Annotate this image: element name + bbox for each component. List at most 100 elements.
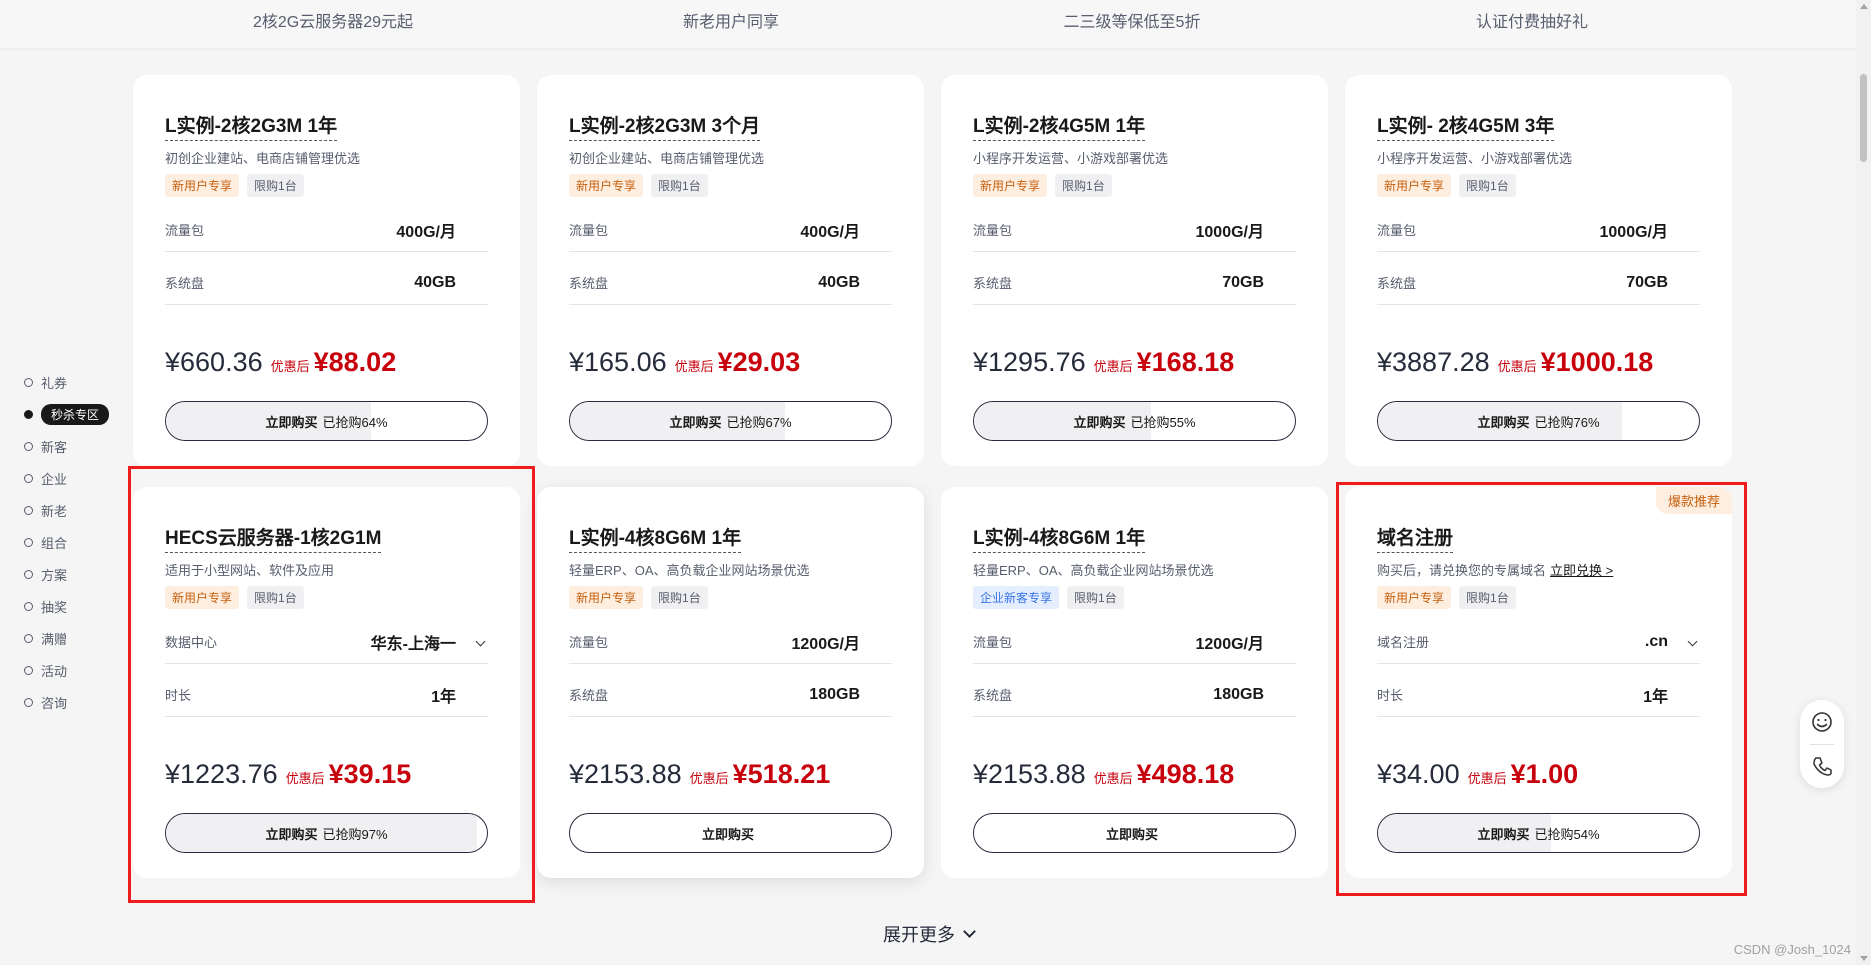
- buy-button-text: 立即购买 已抢购97%: [166, 814, 487, 852]
- expand-more-button[interactable]: 展开更多: [883, 921, 976, 947]
- spec-label: 数据中心: [165, 635, 218, 650]
- spec-row: 系统盘 70GB: [1377, 261, 1700, 305]
- sidenav-item[interactable]: 秒杀专区: [24, 398, 110, 430]
- card-tag: 新用户专享: [1377, 174, 1452, 197]
- sidenav-item[interactable]: 满赠: [24, 622, 109, 654]
- buy-button-text: 立即购买 已抢购76%: [1378, 402, 1699, 440]
- card-subtitle: 小程序开发运营、小游戏部署优选: [1377, 148, 1572, 167]
- spec-value: 1000G/月: [1195, 223, 1265, 241]
- buy-now-button[interactable]: 立即购买 已抢购76%: [1377, 401, 1700, 441]
- buy-now-button[interactable]: 立即购买 已抢购64%: [165, 401, 488, 441]
- promo-link-2[interactable]: 新老用户同享: [683, 0, 779, 48]
- spec-value: 400G/月: [396, 223, 456, 241]
- smile-icon[interactable]: [1800, 700, 1844, 744]
- sold-progress-text: 已抢购76%: [1534, 414, 1600, 430]
- spec-row: 流量包 1000G/月: [973, 208, 1296, 252]
- product-card: 爆款推荐 域名注册 购买后，请兑换您的专属域名 立即兑换 > 新用户专享 限购1台 域名注册…: [1345, 487, 1732, 878]
- sidenav-item[interactable]: 新客: [24, 430, 109, 462]
- discounted-price: ¥39.15: [328, 759, 412, 789]
- buy-now-button[interactable]: 立即购买 已抢购54%: [1377, 813, 1700, 853]
- sidenav-item[interactable]: 礼券: [24, 366, 109, 398]
- card-subtitle-text: 初创企业建站、电商店铺管理优选: [165, 151, 361, 166]
- card-title[interactable]: HECS云服务器-1核2G1M: [165, 523, 382, 553]
- spec-label: 系统盘: [165, 276, 205, 291]
- card-tag: 限购1台: [1055, 174, 1112, 197]
- product-card: L实例- 2核4G5M 3年 小程序开发运营、小游戏部署优选 新用户专享 限购1台 流量…: [1345, 75, 1732, 466]
- spec-label: 时长: [1377, 688, 1404, 703]
- scroll-down-arrow-icon[interactable]: [1860, 956, 1868, 961]
- phone-icon[interactable]: [1800, 744, 1844, 788]
- sidenav-item[interactable]: 活动: [24, 654, 109, 686]
- spec-label: 流量包: [569, 635, 609, 650]
- hot-badge: 爆款推荐: [1655, 487, 1732, 514]
- sidenav-item[interactable]: 企业: [24, 462, 109, 494]
- spec-label: 系统盘: [569, 688, 609, 703]
- card-tag: 限购1台: [247, 586, 304, 609]
- discounted-price: ¥518.21: [732, 759, 831, 789]
- card-title[interactable]: L实例-4核8G6M 1年: [569, 523, 742, 553]
- spec-value: 180GB: [1213, 685, 1264, 703]
- nav-dot-icon: [24, 505, 33, 515]
- buy-button-text: 立即购买 已抢购67%: [570, 402, 891, 440]
- card-title[interactable]: 域名注册: [1377, 523, 1454, 553]
- discount-label: 优惠后: [689, 771, 729, 786]
- spec-row: 系统盘 70GB: [973, 261, 1296, 305]
- card-title[interactable]: L实例- 2核4G5M 3年: [1377, 111, 1555, 141]
- buy-now-button[interactable]: 立即购买: [973, 813, 1296, 853]
- original-price: ¥660.36: [165, 347, 263, 377]
- card-subtitle: 适用于小型网站、软件及应用: [165, 560, 334, 579]
- promo-link-3[interactable]: 二三级等保低至5折: [1064, 0, 1201, 48]
- page-scrollbar[interactable]: [1856, 0, 1871, 965]
- card-subtitle-text: 购买后，请兑换您的专属域名: [1377, 563, 1547, 578]
- promo-link-4[interactable]: 认证付费抽好礼: [1476, 0, 1588, 48]
- spec-row: 系统盘 180GB: [973, 673, 1296, 717]
- card-tag: 限购1台: [1067, 586, 1124, 609]
- buy-now-button[interactable]: 立即购买: [569, 813, 892, 853]
- buy-now-button[interactable]: 立即购买 已抢购97%: [165, 813, 488, 853]
- card-title[interactable]: L实例-4核8G6M 1年: [973, 523, 1146, 553]
- spec-row: 流量包 400G/月: [569, 208, 892, 252]
- scroll-thumb[interactable]: [1860, 74, 1867, 162]
- buy-button-text: 立即购买 已抢购64%: [166, 402, 487, 440]
- original-price: ¥2153.88: [973, 759, 1086, 789]
- original-price: ¥2153.88: [569, 759, 682, 789]
- spec-row: 系统盘 40GB: [165, 261, 488, 305]
- spec-select[interactable]: 数据中心 华东-上海一: [165, 620, 488, 664]
- spec-label: 域名注册: [1377, 635, 1430, 650]
- scroll-up-arrow-icon[interactable]: [1860, 4, 1868, 9]
- buy-button-text: 立即购买 已抢购54%: [1378, 814, 1699, 852]
- sidenav-item[interactable]: 咨询: [24, 686, 109, 718]
- card-title[interactable]: L实例-2核2G3M 3个月: [569, 111, 761, 141]
- card-title[interactable]: L实例-2核4G5M 1年: [973, 111, 1146, 141]
- card-title[interactable]: L实例-2核2G3M 1年: [165, 111, 338, 141]
- spec-value: 40GB: [414, 273, 456, 291]
- buy-now-button[interactable]: 立即购买 已抢购67%: [569, 401, 892, 441]
- tag-list: 新用户专享 限购1台: [569, 174, 708, 197]
- tag-list: 新用户专享 限购1台: [569, 586, 708, 609]
- price-block: ¥3887.28 优惠后 ¥1000.18: [1377, 347, 1653, 378]
- buy-now-button[interactable]: 立即购买 已抢购55%: [973, 401, 1296, 441]
- spec-value: 1200G/月: [1195, 635, 1265, 653]
- sold-progress-text: 已抢购55%: [1130, 414, 1196, 430]
- sidenav-item[interactable]: 新老: [24, 494, 109, 526]
- redeem-link[interactable]: 立即兑换 >: [1550, 563, 1613, 578]
- promo-link-1[interactable]: 2核2G云服务器29元起: [253, 0, 413, 48]
- chevron-down-icon: [1687, 636, 1698, 647]
- sidenav-item-label: 新客: [41, 439, 68, 455]
- card-subtitle: 初创企业建站、电商店铺管理优选: [165, 148, 360, 167]
- sidenav-item[interactable]: 组合: [24, 526, 109, 558]
- spec-select[interactable]: 域名注册 .cn: [1377, 620, 1700, 664]
- price-block: ¥2153.88 优惠后 ¥498.18: [973, 759, 1234, 790]
- sidenav-item[interactable]: 方案: [24, 558, 109, 590]
- nav-dot-icon: [24, 441, 33, 451]
- discounted-price: ¥29.03: [717, 347, 801, 377]
- nav-dot-icon: [24, 377, 33, 387]
- sold-progress-text: 已抢购67%: [726, 414, 792, 430]
- spec-label: 流量包: [973, 223, 1013, 238]
- spec-value: 1年: [1643, 688, 1668, 706]
- sidenav-item[interactable]: 抽奖: [24, 590, 109, 622]
- card-tag: 限购1台: [247, 174, 304, 197]
- sold-progress-text: 已抢购97%: [322, 826, 388, 842]
- promo-topbar: 2核2G云服务器29元起 新老用户同享 二三级等保低至5折 认证付费抽好礼: [0, 0, 1856, 48]
- sidenav-item-label: 秒杀专区: [41, 403, 110, 425]
